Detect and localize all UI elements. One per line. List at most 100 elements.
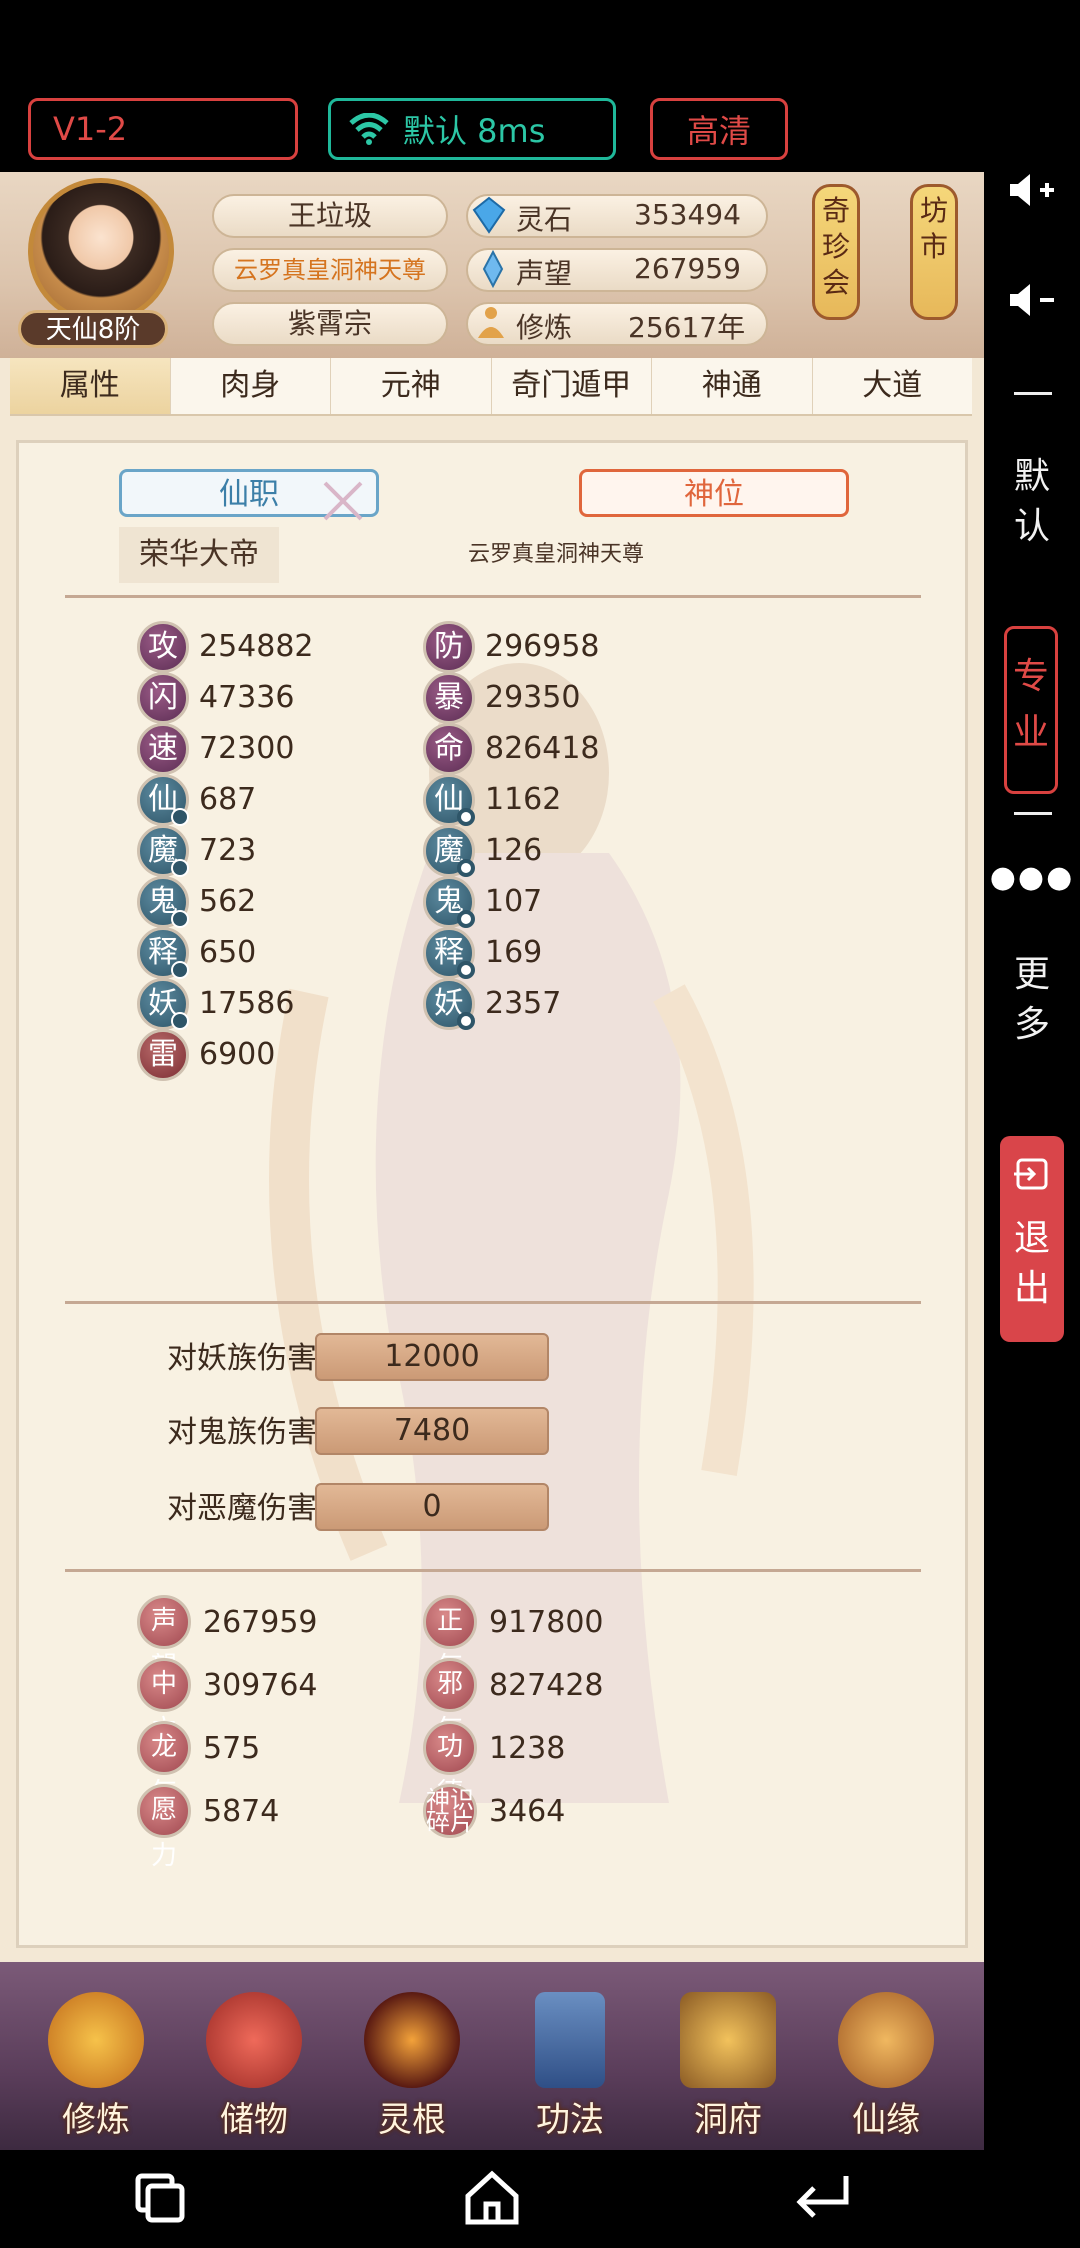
- volume-up-icon[interactable]: [984, 170, 1080, 219]
- attribute-value: 126: [485, 833, 543, 868]
- divider: [1014, 392, 1052, 395]
- attribute-badge: 暴: [423, 672, 475, 724]
- attribute-value: 296958: [485, 629, 600, 664]
- spirit-root-icon: [364, 1992, 460, 2088]
- reputation-value: 267959: [203, 1605, 318, 1640]
- reputation-badge: 正气: [423, 1595, 477, 1682]
- ring-dot-icon: [457, 1012, 475, 1030]
- game-screen: 天仙8阶 王垃圾 云罗真皇洞神天尊 紫霄宗 灵石 353494 声望 26795…: [0, 172, 984, 2150]
- attribute-value: 29350: [485, 680, 581, 715]
- damage-label: 对鬼族伤害:: [167, 1415, 328, 1450]
- system-nav-bar: [0, 2150, 1080, 2248]
- volume-down-icon[interactable]: [984, 280, 1080, 329]
- section-divider: [65, 1569, 921, 1572]
- cultivate-icon: [48, 1992, 144, 2088]
- network-button[interactable]: 默认 8ms: [328, 98, 616, 160]
- quality-button[interactable]: 高清: [650, 98, 788, 160]
- home-icon[interactable]: [460, 2166, 524, 2230]
- damage-label: 对妖族伤害:: [167, 1341, 328, 1376]
- reputation-value: 5874: [203, 1794, 280, 1829]
- treasure-fair-label: 奇珍会: [821, 194, 850, 299]
- attribute-badge: 闪: [137, 672, 189, 724]
- avatar[interactable]: [28, 178, 174, 324]
- info-dot-icon: [171, 859, 189, 877]
- tab-spirit[interactable]: 元神: [331, 358, 492, 414]
- rank-badge: 天仙8阶: [18, 310, 168, 348]
- attribute-badge: 雷: [137, 1029, 189, 1081]
- tab-powers[interactable]: 神通: [652, 358, 813, 414]
- menu-label: 仙缘: [852, 2100, 920, 2140]
- attribute-value: 2357: [485, 986, 562, 1021]
- menu-cave[interactable]: 洞府: [668, 1992, 788, 2142]
- attribute-badge: 攻: [137, 621, 189, 673]
- menu-label: 灵根: [378, 2100, 446, 2140]
- pro-mode-label: 专业: [1012, 656, 1049, 753]
- reputation-badge: 神识碎片: [423, 1784, 477, 1838]
- crystal-icon: [482, 250, 504, 288]
- exit-label: 退出: [1013, 1218, 1050, 1309]
- tab-dao[interactable]: 大道: [813, 358, 973, 414]
- menu-cultivate[interactable]: 修炼: [36, 1992, 156, 2142]
- market-button[interactable]: 坊市: [910, 184, 958, 320]
- more-dots-icon[interactable]: ●●●: [984, 860, 1080, 895]
- attribute-value: 723: [199, 833, 257, 868]
- default-mode-button[interactable]: 默认: [984, 452, 1080, 552]
- reputation-badge: 龙气: [137, 1721, 191, 1808]
- recents-icon[interactable]: [130, 2168, 190, 2228]
- attribute-value: 826418: [485, 731, 600, 766]
- divine-rank-header: 神位: [579, 469, 849, 517]
- menu-label: 修炼: [62, 2100, 130, 2140]
- bottom-menu: 修炼 储物 灵根 功法 洞府 仙缘: [0, 1962, 984, 2150]
- back-icon[interactable]: [790, 2168, 854, 2228]
- network-label: 默认 8ms: [403, 112, 546, 150]
- attribute-value: 6900: [199, 1037, 276, 1072]
- treasure-fair-button[interactable]: 奇珍会: [812, 184, 860, 320]
- menu-root[interactable]: 灵根: [352, 1992, 472, 2142]
- reputation-value: 1238: [489, 1731, 566, 1766]
- section-divider: [65, 1301, 921, 1304]
- reputation-value: 827428: [489, 1668, 604, 1703]
- reputation-value: 917800: [489, 1605, 604, 1640]
- attribute-value: 169: [485, 935, 543, 970]
- version-label: V1-2: [53, 110, 128, 148]
- attribute-badge: 防: [423, 621, 475, 673]
- cultivation-label: 修炼: [516, 311, 573, 344]
- exit-button[interactable]: 退出: [1000, 1136, 1064, 1342]
- reputation-label: 声望: [516, 257, 573, 290]
- tab-bar: 属性 肉身 元神 奇门遁甲 神通 大道: [10, 358, 972, 416]
- attribute-value: 650: [199, 935, 257, 970]
- tab-attributes[interactable]: 属性: [10, 358, 171, 414]
- menu-fate[interactable]: 仙缘: [826, 1992, 946, 2142]
- damage-value: 0: [315, 1483, 549, 1531]
- quality-label: 高清: [686, 112, 751, 150]
- tab-qimen[interactable]: 奇门遁甲: [492, 358, 652, 414]
- section-divider: [65, 595, 921, 598]
- version-button[interactable]: V1-2: [28, 98, 298, 160]
- tab-body[interactable]: 肉身: [171, 358, 331, 414]
- more-label: 更多: [1013, 954, 1050, 1045]
- pro-mode-button[interactable]: 专业: [1004, 626, 1058, 794]
- meditation-icon: [478, 307, 504, 338]
- crossed-swords-icon: [323, 481, 363, 521]
- reputation-value: 3464: [489, 1794, 566, 1829]
- spirit-stone-value: 353494: [634, 198, 741, 231]
- ring-dot-icon: [457, 808, 475, 826]
- player-title: 云罗真皇洞神天尊: [212, 248, 448, 292]
- storage-bag-icon: [206, 1992, 302, 2088]
- reputation-value: 575: [203, 1731, 261, 1766]
- reputation-badge: 声望: [137, 1595, 191, 1682]
- menu-label: 功法: [536, 2100, 604, 2140]
- player-sect: 紫霄宗: [212, 302, 448, 346]
- attribute-badge: 速: [137, 723, 189, 775]
- cultivation-value: 25617年: [628, 311, 746, 344]
- gourd-icon: [838, 1992, 934, 2088]
- market-label: 坊市: [919, 194, 948, 263]
- menu-technique[interactable]: 功法: [510, 1992, 630, 2142]
- attribute-value: 687: [199, 782, 257, 817]
- more-button[interactable]: 更多: [984, 950, 1080, 1050]
- attributes-panel: 仙职 荣华大帝 神位 云罗真皇洞神天尊 攻 254882 闪 47336 速 72300 仙…: [16, 440, 968, 1948]
- menu-storage[interactable]: 储物: [194, 1992, 314, 2142]
- spirit-stone-label: 灵石: [516, 203, 573, 236]
- attribute-value: 1162: [485, 782, 562, 817]
- damage-value: 12000: [315, 1333, 549, 1381]
